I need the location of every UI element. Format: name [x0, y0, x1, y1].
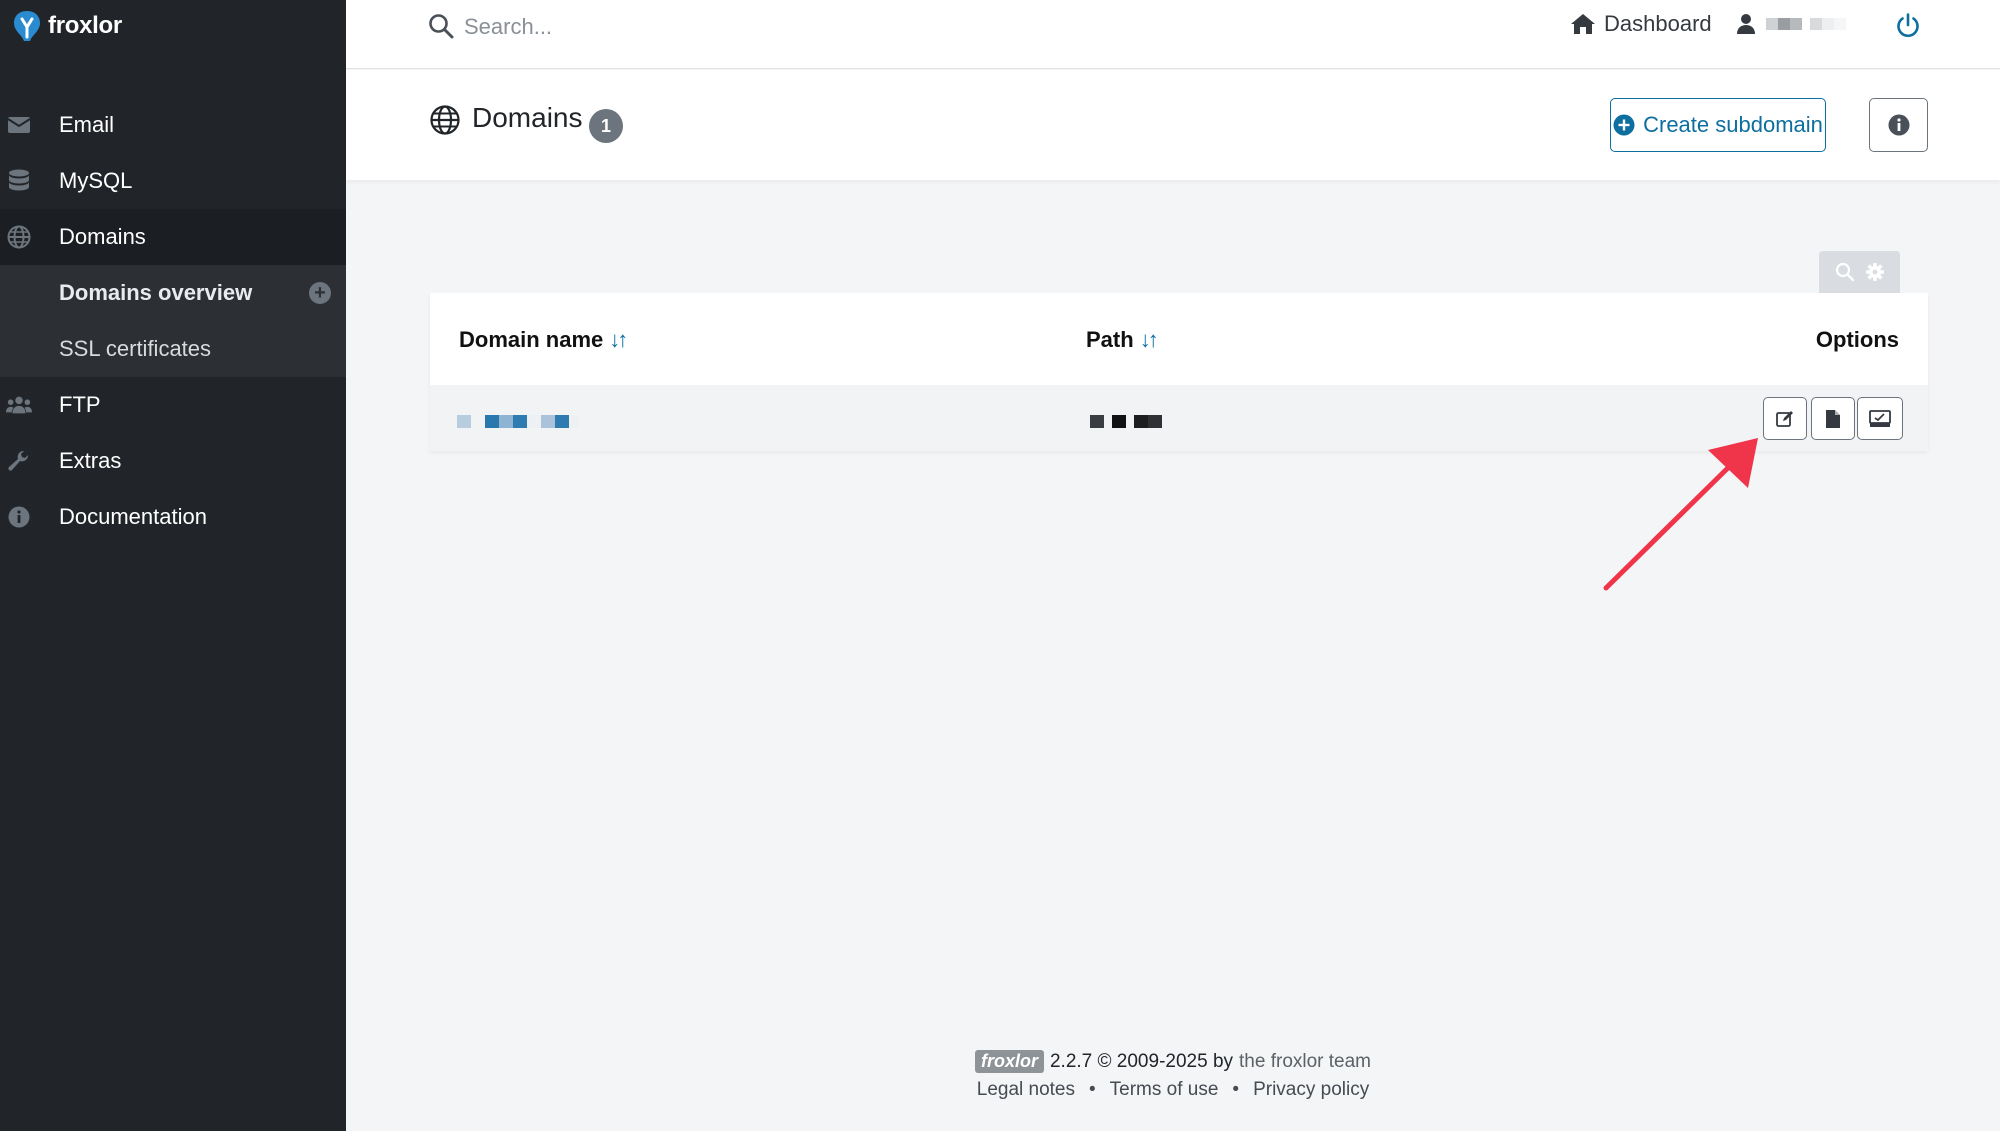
annotation-arrow [1603, 438, 1758, 591]
topbar: Dashboard [346, 0, 2000, 69]
sidebar-subitem-label: Domains overview [59, 280, 253, 305]
column-header-path[interactable]: Path ↓↑ [1086, 327, 1159, 353]
username-redacted [1766, 18, 1858, 30]
legal-notes-link[interactable]: Legal notes [977, 1079, 1075, 1101]
page-header: Domains 1 Create subdomain [346, 70, 2000, 180]
add-domain-plus-icon[interactable]: + [309, 282, 331, 304]
column-header-label: Path [1086, 327, 1134, 352]
edit-button[interactable] [1763, 397, 1807, 440]
domain-count-badge: 1 [589, 109, 623, 143]
footer-version: 2.2.7 © 2009-2025 by [1049, 1050, 1234, 1072]
column-header-label: Domain name [459, 327, 604, 352]
user-menu[interactable] [1736, 13, 1858, 35]
edit-icon [1776, 410, 1793, 427]
envelope-icon [6, 112, 32, 138]
sidebar-item-documentation[interactable]: Documentation [0, 489, 346, 545]
sidebar-item-label: Documentation [59, 504, 207, 529]
app-name: froxlor [48, 12, 122, 39]
sidebar-subitem-label: SSL certificates [59, 336, 212, 361]
sidebar-item-label: Domains [59, 224, 146, 249]
privacy-policy-link[interactable]: Privacy policy [1253, 1079, 1369, 1101]
info-button[interactable] [1869, 98, 1928, 152]
sidebar-nav: Email MySQL Domains Domains overview + S… [0, 97, 346, 545]
domains-subnav: Domains overview + SSL certificates [0, 265, 346, 377]
globe-icon [430, 105, 460, 135]
footer: froxlor 2.2.7 © 2009-2025 by the froxlor… [346, 1050, 2000, 1101]
globe-icon [6, 224, 32, 250]
sidebar: froxlor Email MySQL Domains Domains over… [0, 0, 346, 1131]
plus-circle-icon [1613, 114, 1635, 136]
users-icon [6, 392, 32, 418]
wrench-icon [6, 448, 32, 474]
terms-of-use-link[interactable]: Terms of use [1110, 1079, 1219, 1101]
sidebar-item-ftp[interactable]: FTP [0, 377, 346, 433]
sort-arrows-icon[interactable]: ↓↑ [609, 327, 628, 353]
sidebar-item-label: MySQL [59, 168, 133, 193]
file-icon [1826, 409, 1840, 428]
footer-logo[interactable]: froxlor [974, 1050, 1044, 1073]
search-icon [429, 14, 454, 39]
database-icon [6, 168, 32, 194]
sidebar-subitem-ssl-certificates[interactable]: SSL certificates [0, 321, 346, 377]
logout-power-icon[interactable] [1894, 12, 1922, 40]
user-icon [1737, 14, 1755, 34]
column-header-options: Options [1816, 327, 1899, 353]
info-icon [6, 504, 32, 530]
froxlor-logo[interactable]: froxlor [12, 8, 122, 44]
sidebar-item-label: Email [59, 112, 115, 137]
create-subdomain-button[interactable]: Create subdomain [1610, 98, 1826, 152]
ssl-certificate-button[interactable] [1857, 397, 1903, 440]
create-subdomain-label: Create subdomain [1643, 112, 1823, 137]
gear-icon[interactable] [1865, 262, 1885, 282]
view-logs-button[interactable] [1811, 397, 1855, 440]
domain-name-redacted[interactable] [457, 415, 579, 428]
sort-arrows-icon[interactable]: ↓↑ [1140, 327, 1159, 353]
home-icon [1571, 14, 1595, 34]
froxlor-logo-icon [14, 11, 40, 41]
certificate-icon [1869, 409, 1891, 427]
sidebar-item-extras[interactable]: Extras [0, 433, 346, 489]
sidebar-item-label: Extras [59, 448, 122, 473]
footer-separator: • [1089, 1079, 1096, 1100]
sidebar-item-mysql[interactable]: MySQL [0, 153, 346, 209]
sidebar-item-email[interactable]: Email [0, 97, 346, 153]
column-header-label: Options [1815, 327, 1899, 352]
footer-separator: • [1232, 1079, 1240, 1100]
column-header-domain-name[interactable]: Domain name ↓↑ [459, 327, 628, 353]
table-tools [1819, 251, 1900, 293]
path-redacted [1090, 415, 1162, 428]
sidebar-item-label: FTP [59, 392, 101, 417]
dashboard-link[interactable]: Dashboard [1570, 11, 1712, 37]
dashboard-label: Dashboard [1604, 11, 1712, 36]
sidebar-item-domains[interactable]: Domains [0, 209, 346, 265]
page-title: Domains [472, 102, 583, 133]
info-icon [1888, 114, 1909, 136]
sidebar-subitem-domains-overview[interactable]: Domains overview + [0, 265, 346, 321]
footer-team-link[interactable]: the froxlor team [1239, 1051, 1371, 1073]
search-icon[interactable] [1835, 262, 1855, 282]
search-input[interactable] [464, 10, 864, 44]
